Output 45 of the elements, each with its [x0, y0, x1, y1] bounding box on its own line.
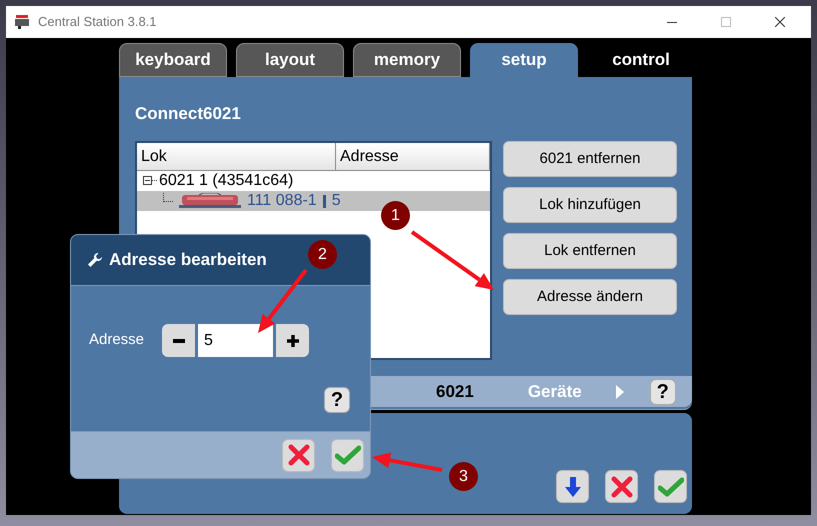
arrow [372, 452, 442, 472]
down-button[interactable] [556, 470, 589, 503]
dialog-title: Adresse bearbeiten [109, 249, 267, 272]
locomotive-name: 111 088-1 [247, 191, 317, 211]
help-button[interactable]: ? [324, 387, 350, 413]
confirm-button[interactable] [331, 438, 364, 472]
tab[interactable]: setup [470, 43, 578, 77]
address-field[interactable]: 5 [198, 324, 273, 357]
arrow-down-icon [562, 476, 582, 498]
cancel-button[interactable] [605, 470, 638, 503]
collapse-icon[interactable] [143, 175, 157, 187]
close-icon [288, 444, 310, 466]
action-button[interactable]: Adresse ändern [503, 279, 677, 315]
arrow [258, 268, 308, 333]
check-icon [658, 476, 684, 496]
device-label: 6021 [436, 380, 474, 403]
play-icon[interactable] [616, 384, 624, 398]
check-icon [334, 445, 360, 465]
window-title: Central Station 3.8.1 [38, 13, 157, 32]
cancel-button[interactable] [282, 438, 315, 472]
tab[interactable]: control [587, 43, 695, 77]
decrement-button[interactable] [162, 324, 195, 357]
plus-icon [286, 334, 298, 346]
locomotive-address: 5 [332, 191, 341, 211]
tab[interactable]: layout [236, 43, 344, 77]
tab[interactable]: keyboard [119, 43, 227, 77]
field-label: Adresse [89, 330, 146, 350]
wrench-icon [87, 252, 103, 268]
tree-item[interactable]: 6021 1 (43541c64) [159, 169, 294, 193]
panel-title: Connect6021 [134, 103, 242, 125]
app-icon [14, 15, 30, 29]
help-button[interactable]: ? [650, 378, 676, 404]
action-button[interactable]: 6021 entfernen [503, 141, 677, 177]
action-button[interactable]: Lok entfernen [503, 233, 677, 269]
increment-button[interactable] [276, 324, 309, 357]
tab[interactable]: memory [353, 43, 461, 77]
column-header[interactable]: Lok [137, 143, 336, 171]
close-icon [775, 17, 785, 27]
locomotive-icon [179, 193, 241, 209]
close-icon [610, 476, 632, 498]
action-button[interactable]: Lok hinzufügen [503, 187, 677, 223]
minus-icon [172, 338, 184, 342]
confirm-button[interactable] [654, 470, 687, 503]
column-header[interactable]: Adresse [336, 143, 490, 171]
maximize-icon [721, 17, 731, 27]
